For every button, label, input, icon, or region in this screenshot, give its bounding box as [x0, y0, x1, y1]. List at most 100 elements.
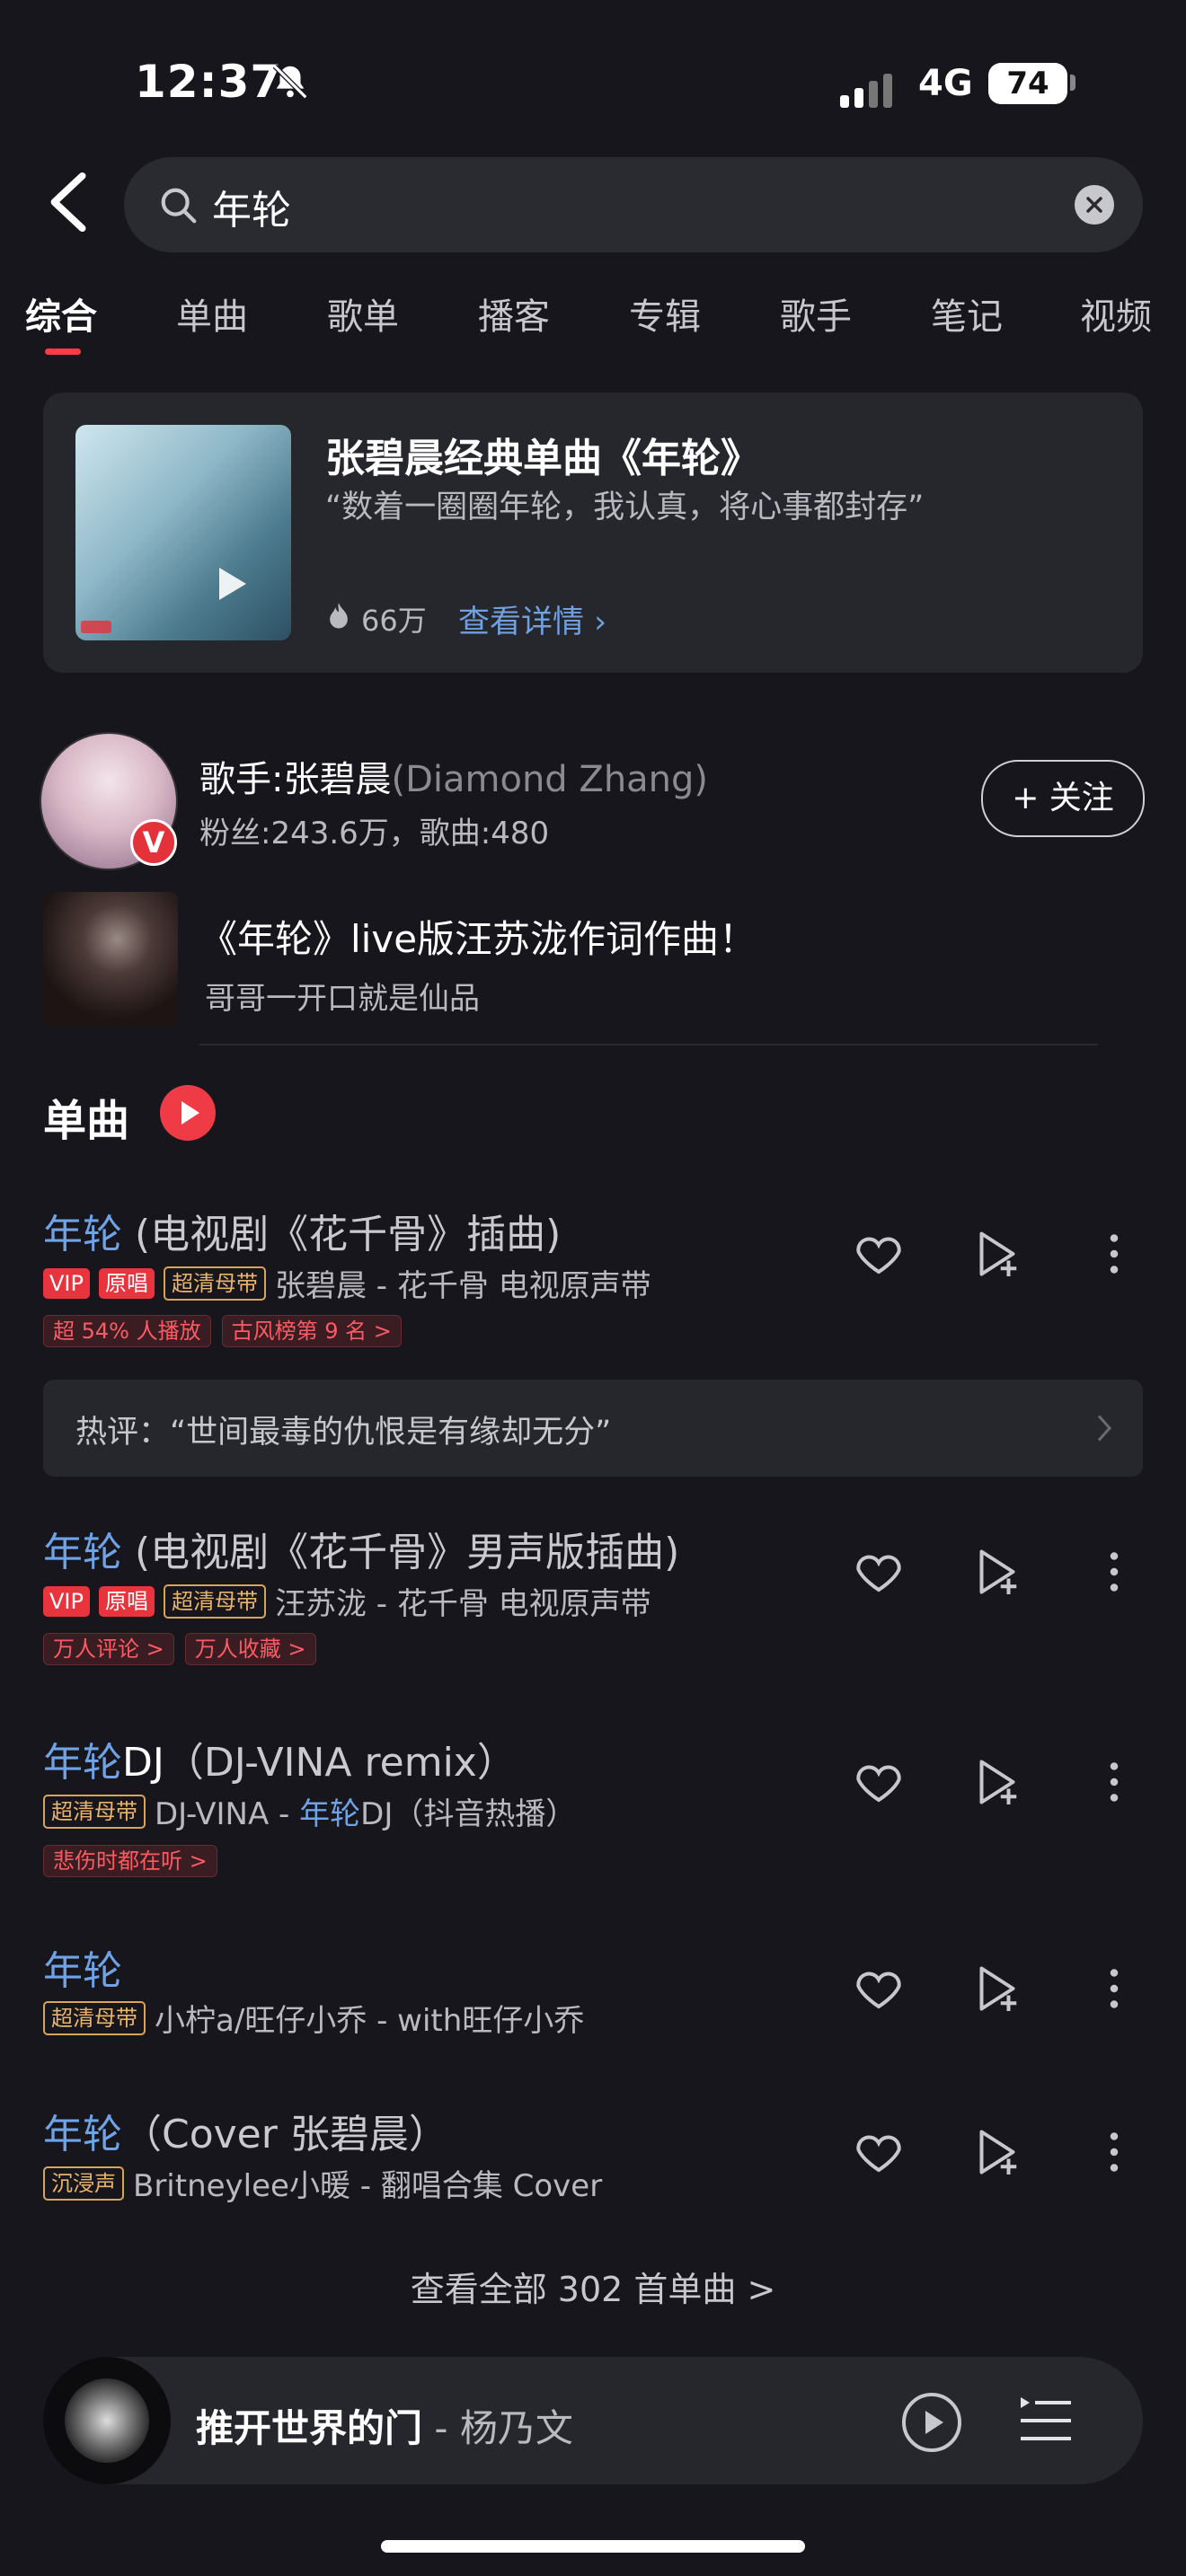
more-options-icon[interactable] [1087, 1545, 1141, 1599]
home-indicator[interactable] [381, 2540, 805, 2553]
battery-tip [1070, 75, 1075, 91]
chart-rank-chip[interactable]: 古风榜第 9 名 > [221, 1315, 402, 1347]
add-to-playlist-icon[interactable] [970, 2125, 1024, 2179]
artist-name[interactable]: 歌手:张碧晨(Diamond Zhang) [199, 750, 708, 802]
hq-master-tag: 超清母带 [43, 2000, 146, 2035]
tab-all[interactable]: 综合 [25, 287, 97, 340]
original-tag: 原唱 [98, 1585, 155, 1617]
song-artist-album[interactable]: 张碧晨 - 花千骨 电视原声带 [275, 1261, 651, 1305]
heart-icon[interactable] [852, 1545, 906, 1599]
tab-videos[interactable]: 视频 [1080, 287, 1152, 340]
back-chevron-icon[interactable] [43, 171, 97, 234]
hq-master-tag: 超清母带 [163, 1584, 266, 1619]
favorites-chip[interactable]: 万人收藏 > [184, 1633, 316, 1665]
heart-icon[interactable] [852, 1227, 906, 1281]
song-meta: VIP 原唱 超清母带 张碧晨 - 花千骨 电视原声带 [43, 1261, 651, 1305]
status-time: 12:37 [135, 56, 283, 108]
fire-icon [330, 603, 348, 629]
song-title-keyword: 年轮 [43, 1740, 122, 1786]
view-details-label: 查看详情 [458, 604, 585, 640]
heart-icon[interactable] [852, 1962, 906, 2016]
featured-cover-image[interactable] [75, 425, 291, 640]
artist-name-en: (Diamond Zhang) [391, 759, 709, 800]
song-artist-album[interactable]: 小柠a/旺仔小乔 - with旺仔小乔 [155, 1996, 584, 2040]
tab-songs[interactable]: 单曲 [176, 287, 248, 340]
battery-indicator: 74 [988, 63, 1067, 104]
play-icon[interactable] [900, 2391, 963, 2454]
song-title-suffix: (电视剧《花千骨》男声版插曲) [122, 1530, 680, 1575]
more-options-icon[interactable] [1087, 2125, 1141, 2179]
live-title[interactable]: 《年轮》live版汪苏泷作词作曲！ [199, 909, 757, 964]
song-artist-album[interactable]: 汪苏泷 - 花千骨 电视原声带 [275, 1579, 651, 1623]
tab-artists[interactable]: 歌手 [780, 287, 852, 340]
song-chips: 超 54% 人播放 古风榜第 9 名 > [43, 1315, 402, 1347]
verified-badge: V [130, 819, 177, 866]
artist-stats: 粉丝:243.6万，歌曲:480 [199, 816, 550, 851]
comments-chip[interactable]: 万人评论 > [43, 1633, 174, 1665]
song-title-suffix: （Cover 张碧晨） [122, 2112, 448, 2157]
now-playing-song: 推开世界的门 [196, 2406, 423, 2450]
songs-section-title: 单曲 [43, 1096, 130, 1146]
song-title-suffix: （DJ-VINA remix） [164, 1740, 517, 1786]
artist-name-cn: 歌手:张碧晨 [199, 759, 392, 800]
heart-icon[interactable] [852, 2125, 906, 2179]
song-title-dj: DJ [122, 1740, 164, 1786]
add-to-playlist-icon[interactable] [970, 1227, 1024, 1281]
song-meta: 超清母带 DJ-VINA - 年轮DJ（抖音热播） [43, 1789, 576, 1833]
hot-count: 66万 [361, 604, 427, 638]
live-video-thumbnail[interactable] [43, 892, 178, 1027]
song-title[interactable]: 年轮 (电视剧《花千骨》插曲) [43, 1202, 561, 1259]
tab-notes[interactable]: 笔记 [931, 287, 1003, 340]
view-all-songs-link[interactable]: 查看全部 302 首单曲 > [0, 2262, 1186, 2311]
song-title-keyword: 年轮 [43, 1530, 122, 1575]
hq-master-tag: 超清母带 [163, 1266, 266, 1301]
add-to-playlist-icon[interactable] [970, 1755, 1024, 1809]
playlist-queue-icon[interactable] [1017, 2392, 1075, 2449]
live-subtitle: 哥哥一开口就是仙品 [205, 981, 480, 1017]
bell-muted-icon [272, 64, 308, 100]
song-title[interactable]: 年轮 (电视剧《花千骨》男声版插曲) [43, 1520, 679, 1577]
cover-play-icon [81, 568, 246, 633]
original-tag: 原唱 [98, 1267, 155, 1299]
active-tab-indicator [45, 348, 81, 355]
song-artist-album[interactable]: Britneylee小暖 - 翻唱合集 Cover [133, 2161, 602, 2205]
add-to-playlist-icon[interactable] [970, 1545, 1024, 1599]
now-playing-artist: - 杨乃文 [422, 2406, 573, 2450]
vip-tag: VIP [43, 1267, 90, 1299]
album-suffix: DJ（抖音热播） [360, 1796, 577, 1832]
play-rate-chip: 超 54% 人播放 [43, 1315, 211, 1347]
hq-master-tag: 超清母带 [43, 1794, 146, 1829]
featured-quote: “数着一圈圈年轮，我认真，将心事都封存” [325, 490, 925, 525]
network-type: 4G [918, 63, 973, 104]
tab-albums[interactable]: 专辑 [629, 287, 701, 340]
heart-icon[interactable] [852, 1755, 906, 1809]
search-icon [161, 188, 197, 224]
tab-playlists[interactable]: 歌单 [327, 287, 399, 340]
song-title-suffix: (电视剧《花千骨》插曲) [122, 1212, 562, 1257]
play-all-icon[interactable] [160, 1085, 216, 1141]
song-chips: 悲伤时都在听 > [43, 1845, 217, 1877]
category-tabs: 综合 单曲 歌单 播客 专辑 歌手 笔记 视频 [0, 287, 1186, 359]
song-meta: VIP 原唱 超清母带 汪苏泷 - 花千骨 电视原声带 [43, 1579, 651, 1623]
more-options-icon[interactable] [1087, 1227, 1141, 1281]
follow-button[interactable]: + 关注 [981, 760, 1145, 837]
more-options-icon[interactable] [1087, 1755, 1141, 1809]
song-title-keyword: 年轮 [43, 2112, 122, 2157]
clear-icon[interactable] [1075, 185, 1114, 225]
mood-chip[interactable]: 悲伤时都在听 > [43, 1845, 217, 1877]
song-artist: DJ-VINA - [155, 1796, 300, 1832]
song-artist-album[interactable]: DJ-VINA - 年轮DJ（抖音热播） [155, 1789, 576, 1833]
now-playing-title[interactable]: 推开世界的门 - 杨乃文 [196, 2398, 573, 2453]
chevron-right-icon [1097, 1415, 1112, 1442]
search-query[interactable]: 年轮 [212, 178, 291, 235]
more-options-icon[interactable] [1087, 1962, 1141, 2016]
song-title[interactable]: 年轮 [43, 1938, 122, 1996]
album-keyword: 年轮 [299, 1796, 361, 1832]
song-title[interactable]: 年轮DJ（DJ-VINA remix） [43, 1730, 517, 1787]
tab-podcasts[interactable]: 播客 [478, 287, 550, 340]
add-to-playlist-icon[interactable] [970, 1962, 1024, 2016]
song-title[interactable]: 年轮（Cover 张碧晨） [43, 2102, 448, 2159]
song-meta: 沉浸声 Britneylee小暖 - 翻唱合集 Cover [43, 2161, 602, 2205]
view-details-link[interactable]: 查看详情 › [458, 596, 606, 642]
now-playing-cover [65, 2378, 149, 2463]
